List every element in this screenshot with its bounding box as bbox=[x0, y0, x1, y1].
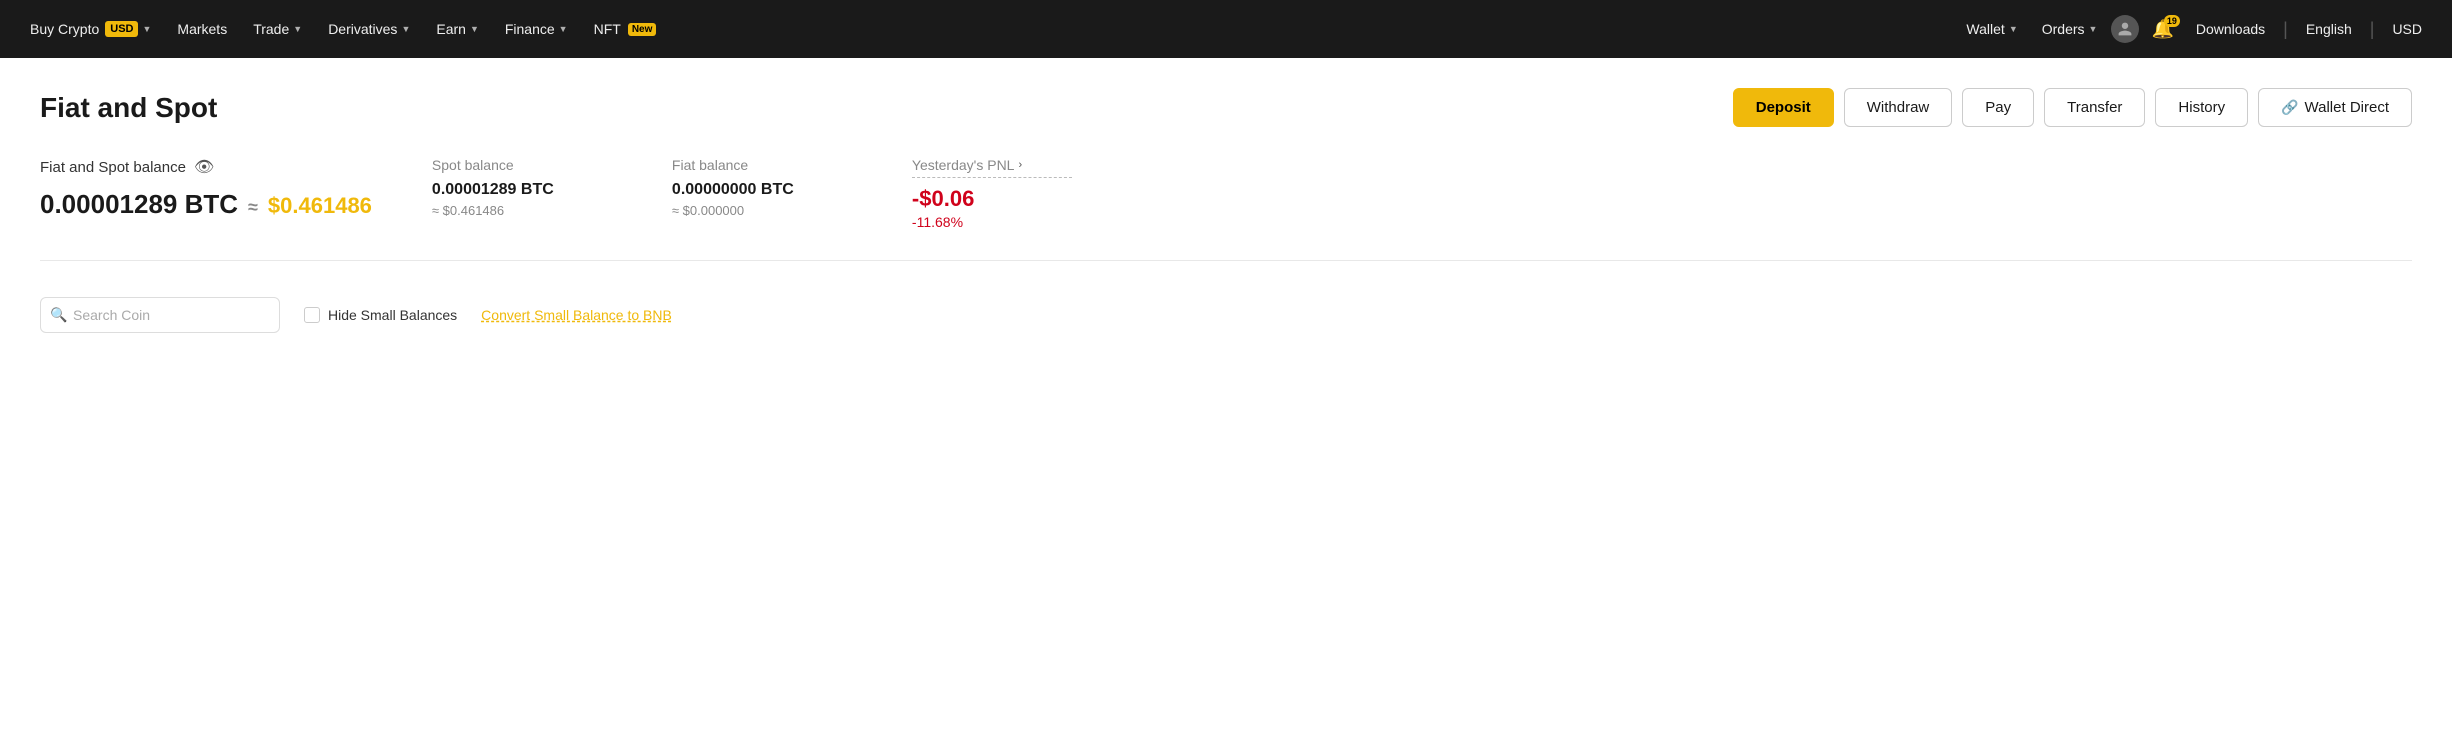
page-header: Fiat and Spot Deposit Withdraw Pay Trans… bbox=[40, 88, 2412, 127]
downloads-label: Downloads bbox=[2196, 21, 2265, 37]
notification-count-badge: 19 bbox=[2164, 15, 2180, 27]
hide-small-balances-checkbox[interactable] bbox=[304, 307, 320, 323]
withdraw-button[interactable]: Withdraw bbox=[1844, 88, 1953, 127]
balance-usd: $0.461486 bbox=[268, 193, 372, 219]
trade-chevron: ▼ bbox=[293, 24, 302, 34]
pnl-label: Yesterday's PNL › bbox=[912, 157, 1072, 178]
earn-label: Earn bbox=[436, 21, 466, 37]
wallet-direct-button[interactable]: 🔗 Wallet Direct bbox=[2258, 88, 2412, 127]
action-buttons: Deposit Withdraw Pay Transfer History 🔗 … bbox=[1733, 88, 2412, 127]
wallet-chevron: ▼ bbox=[2009, 24, 2018, 34]
finance-label: Finance bbox=[505, 21, 555, 37]
pnl-value: -$0.06 bbox=[912, 186, 1072, 212]
nav-downloads[interactable]: Downloads bbox=[2186, 15, 2275, 43]
nav-wallet[interactable]: Wallet ▼ bbox=[1956, 15, 2027, 43]
nav-finance[interactable]: Finance ▼ bbox=[495, 15, 578, 43]
balance-label: Fiat and Spot balance 👁 bbox=[40, 157, 372, 177]
search-icon: 🔍 bbox=[50, 307, 67, 324]
link-icon: 🔗 bbox=[2281, 99, 2298, 116]
pnl-col: Yesterday's PNL › -$0.06 -11.68% bbox=[912, 157, 1072, 230]
filters-row: 🔍 Hide Small Balances Convert Small Bala… bbox=[40, 297, 2412, 333]
usd-badge: USD bbox=[105, 21, 138, 37]
balance-section: Fiat and Spot balance 👁 0.00001289 BTC ≈… bbox=[40, 157, 2412, 261]
history-button[interactable]: History bbox=[2155, 88, 2248, 127]
navbar: Buy Crypto USD ▼ Markets Trade ▼ Derivat… bbox=[0, 0, 2452, 58]
earn-chevron: ▼ bbox=[470, 24, 479, 34]
spot-label: Spot balance bbox=[432, 157, 612, 173]
balance-amount: 0.00001289 BTC ≈ $0.461486 bbox=[40, 189, 372, 220]
nav-nft[interactable]: NFT New bbox=[584, 15, 667, 43]
balance-btc: 0.00001289 BTC bbox=[40, 189, 238, 220]
eye-icon[interactable]: 👁 bbox=[194, 157, 214, 177]
balance-label-text: Fiat and Spot balance bbox=[40, 159, 186, 176]
fiat-label: Fiat balance bbox=[672, 157, 852, 173]
notifications-bell[interactable]: 🔔 19 bbox=[2143, 13, 2181, 46]
trade-label: Trade bbox=[253, 21, 289, 37]
orders-chevron: ▼ bbox=[2089, 24, 2098, 34]
pnl-chevron-icon: › bbox=[1018, 159, 1022, 171]
avatar[interactable] bbox=[2111, 15, 2139, 43]
approx-symbol: ≈ bbox=[248, 197, 258, 218]
fiat-usd: ≈ $0.000000 bbox=[672, 203, 852, 218]
convert-small-balance-link[interactable]: Convert Small Balance to BNB bbox=[481, 307, 672, 323]
pnl-pct: -11.68% bbox=[912, 214, 1072, 230]
search-wrap: 🔍 bbox=[40, 297, 280, 333]
english-label: English bbox=[2306, 21, 2352, 37]
deposit-button[interactable]: Deposit bbox=[1733, 88, 1834, 127]
nav-divider-1: | bbox=[2283, 19, 2288, 40]
nav-earn[interactable]: Earn ▼ bbox=[426, 15, 489, 43]
pnl-label-text: Yesterday's PNL bbox=[912, 157, 1015, 173]
nav-trade[interactable]: Trade ▼ bbox=[243, 15, 312, 43]
nav-english[interactable]: English bbox=[2296, 15, 2362, 43]
finance-chevron: ▼ bbox=[559, 24, 568, 34]
nav-usd[interactable]: USD bbox=[2382, 15, 2432, 43]
fiat-balance-col: Fiat balance 0.00000000 BTC ≈ $0.000000 bbox=[672, 157, 852, 218]
spot-btc: 0.00001289 BTC bbox=[432, 181, 612, 199]
orders-label: Orders bbox=[2042, 21, 2085, 37]
nav-derivatives[interactable]: Derivatives ▼ bbox=[318, 15, 420, 43]
derivatives-chevron: ▼ bbox=[401, 24, 410, 34]
nav-markets[interactable]: Markets bbox=[167, 15, 237, 43]
main-content: Fiat and Spot Deposit Withdraw Pay Trans… bbox=[0, 58, 2452, 744]
transfer-button[interactable]: Transfer bbox=[2044, 88, 2145, 127]
page-title: Fiat and Spot bbox=[40, 92, 217, 124]
pay-button[interactable]: Pay bbox=[1962, 88, 2034, 127]
wallet-direct-label: Wallet Direct bbox=[2305, 99, 2389, 116]
search-input[interactable] bbox=[40, 297, 280, 333]
usd-label: USD bbox=[2392, 21, 2422, 37]
spot-usd: ≈ $0.461486 bbox=[432, 203, 612, 218]
nft-label: NFT bbox=[594, 21, 621, 37]
markets-label: Markets bbox=[177, 21, 227, 37]
spot-balance-col: Spot balance 0.00001289 BTC ≈ $0.461486 bbox=[432, 157, 612, 218]
nft-badge: New bbox=[628, 23, 657, 36]
derivatives-label: Derivatives bbox=[328, 21, 397, 37]
nav-divider-2: | bbox=[2370, 19, 2375, 40]
hide-small-label-text: Hide Small Balances bbox=[328, 307, 457, 323]
buy-crypto-chevron: ▼ bbox=[142, 24, 151, 34]
hide-small-balances-label[interactable]: Hide Small Balances bbox=[304, 307, 457, 323]
nav-right-section: Wallet ▼ Orders ▼ 🔔 19 Downloads | Engli… bbox=[1956, 13, 2432, 46]
nav-orders[interactable]: Orders ▼ bbox=[2032, 15, 2108, 43]
balance-main: Fiat and Spot balance 👁 0.00001289 BTC ≈… bbox=[40, 157, 372, 220]
wallet-label: Wallet bbox=[1966, 21, 2004, 37]
nav-buy-crypto[interactable]: Buy Crypto USD ▼ bbox=[20, 15, 161, 43]
fiat-btc: 0.00000000 BTC bbox=[672, 181, 852, 199]
buy-crypto-label: Buy Crypto bbox=[30, 21, 99, 37]
